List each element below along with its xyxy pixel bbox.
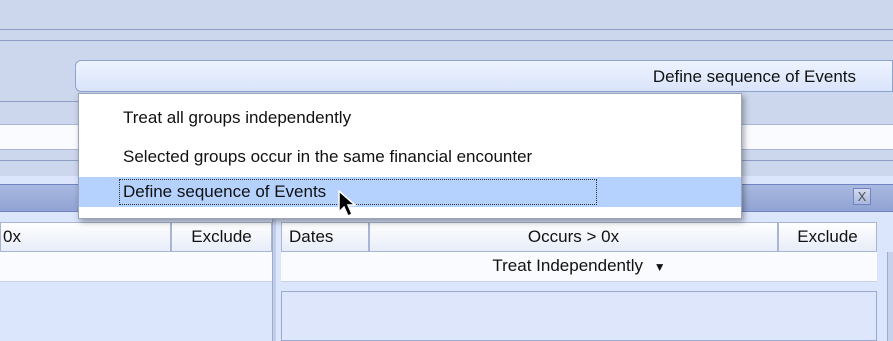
column-header-label: 0x	[3, 227, 21, 246]
field-strip	[0, 124, 80, 150]
dropdown-label: Treat Independently	[492, 256, 643, 275]
column-header-dates[interactable]: Dates	[281, 222, 369, 252]
column-header-label: Exclude	[797, 227, 858, 246]
menu-item-same-encounter[interactable]: Selected groups occur in the same financ…	[79, 142, 741, 172]
table-row	[0, 252, 272, 282]
field-strip	[740, 124, 893, 150]
close-icon[interactable]: X	[853, 188, 871, 205]
column-header-exclude[interactable]: Exclude	[171, 222, 272, 252]
close-glyph: X	[857, 189, 867, 204]
divider	[0, 101, 80, 102]
menu-item-label: Selected groups occur in the same financ…	[123, 147, 533, 166]
column-header-occurs[interactable]: Occurs > 0x	[369, 222, 778, 252]
chevron-down-icon: ▼	[653, 260, 666, 274]
menu-item-define-sequence[interactable]: Define sequence of Events	[79, 177, 741, 207]
divider	[0, 29, 893, 30]
sequence-options-menu: Treat all groups independently Selected …	[78, 93, 742, 219]
events-list-box[interactable]	[281, 291, 877, 341]
menu-item-treat-independently[interactable]: Treat all groups independently	[79, 103, 741, 133]
column-header-occurs[interactable]: 0x	[0, 222, 171, 252]
divider	[0, 40, 893, 41]
scrollbar-edge	[887, 252, 893, 341]
treat-independently-dropdown[interactable]: Treat Independently ▼	[281, 252, 877, 282]
combo-label: Define sequence of Events	[652, 67, 856, 86]
column-header-label: Exclude	[191, 227, 252, 246]
sequence-combo-box[interactable]: Define sequence of Events	[75, 60, 893, 92]
mouse-pointer-icon	[338, 190, 357, 218]
menu-item-label: Treat all groups independently	[123, 108, 352, 127]
column-header-label: Occurs > 0x	[527, 227, 620, 246]
column-header-label: Dates	[289, 227, 334, 246]
column-header-exclude[interactable]: Exclude	[778, 222, 877, 252]
